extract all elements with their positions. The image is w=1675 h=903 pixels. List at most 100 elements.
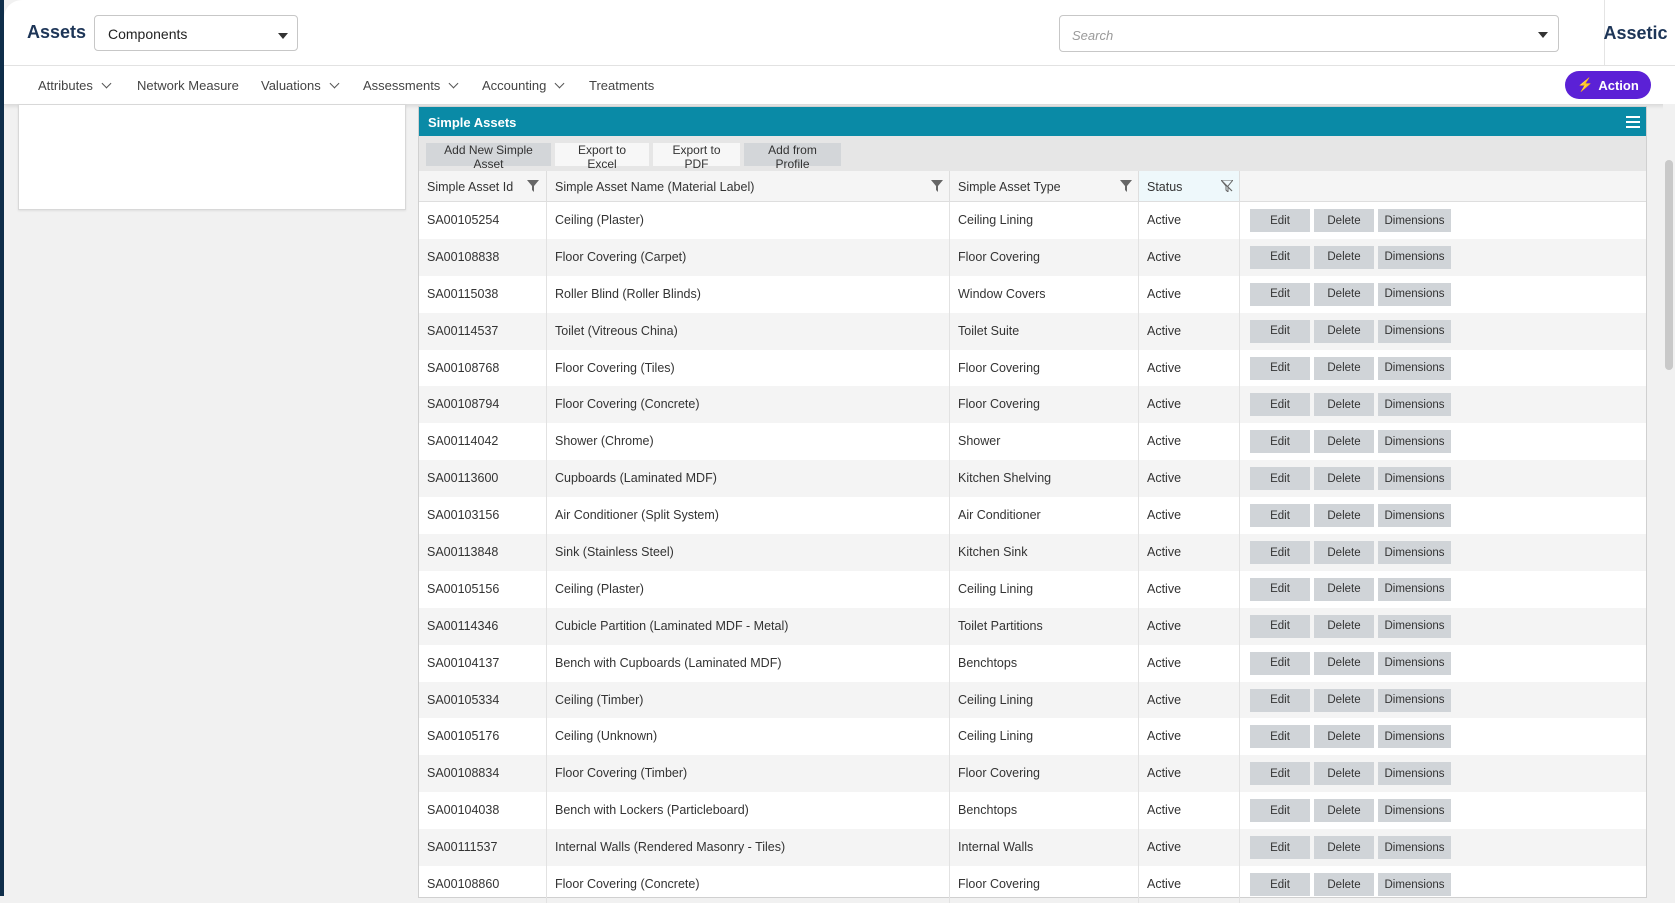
table-row[interactable]: SA00104137 Bench with Cupboards (Laminate…: [419, 644, 1646, 682]
edit-button[interactable]: Edit: [1250, 282, 1310, 306]
edit-button[interactable]: Edit: [1250, 762, 1310, 786]
delete-button[interactable]: Delete: [1314, 504, 1374, 528]
table-row[interactable]: SA00108768 Floor Covering (Tiles) Floor Co…: [419, 349, 1646, 387]
dimensions-button[interactable]: Dimensions: [1378, 356, 1451, 380]
delete-button[interactable]: Delete: [1314, 614, 1374, 638]
delete-button[interactable]: Delete: [1314, 688, 1374, 712]
table-row[interactable]: SA00103156 Air Conditioner (Split System)…: [419, 497, 1646, 535]
nav-item-assessments[interactable]: Assessments: [363, 78, 459, 93]
table-row[interactable]: SA00108838 Floor Covering (Carpet) Floor C…: [419, 238, 1646, 276]
nav-item-attributes[interactable]: Attributes: [38, 78, 112, 93]
delete-button[interactable]: Delete: [1314, 245, 1374, 269]
nav-item-accounting[interactable]: Accounting: [482, 78, 565, 93]
dimensions-button[interactable]: Dimensions: [1378, 504, 1451, 528]
delete-button[interactable]: Delete: [1314, 725, 1374, 749]
dimensions-button[interactable]: Dimensions: [1378, 541, 1451, 565]
delete-button[interactable]: Delete: [1314, 836, 1374, 860]
page-scrollbar-thumb[interactable]: [1665, 160, 1673, 370]
dimensions-button[interactable]: Dimensions: [1378, 873, 1451, 897]
delete-button[interactable]: Delete: [1314, 762, 1374, 786]
dimensions-button[interactable]: Dimensions: [1378, 282, 1451, 306]
table-row[interactable]: SA00114042 Shower (Chrome) Shower Active Edi…: [419, 423, 1646, 461]
filter-icon[interactable]: [1120, 180, 1132, 192]
delete-button[interactable]: Delete: [1314, 651, 1374, 675]
search-combobox[interactable]: [1059, 15, 1559, 52]
table-row[interactable]: SA00113848 Sink (Stainless Steel) Kitchen …: [419, 534, 1646, 571]
filter-clear-icon[interactable]: [1221, 180, 1233, 192]
hamburger-menu-icon[interactable]: [1626, 116, 1640, 128]
delete-button[interactable]: Delete: [1314, 430, 1374, 454]
search-input[interactable]: [1070, 24, 1514, 46]
delete-button[interactable]: Delete: [1314, 319, 1374, 343]
dimensions-button[interactable]: Dimensions: [1378, 725, 1451, 749]
table-row[interactable]: SA00113600 Cupboards (Laminated MDF) Kitch…: [419, 460, 1646, 498]
delete-button[interactable]: Delete: [1314, 799, 1374, 823]
nav-item-valuations[interactable]: Valuations: [261, 78, 340, 93]
edit-button[interactable]: Edit: [1250, 614, 1310, 638]
dimensions-button[interactable]: Dimensions: [1378, 245, 1451, 269]
dimensions-button[interactable]: Dimensions: [1378, 467, 1451, 491]
edit-button[interactable]: Edit: [1250, 541, 1310, 565]
dimensions-button[interactable]: Dimensions: [1378, 209, 1451, 232]
edit-button[interactable]: Edit: [1250, 836, 1310, 860]
dimensions-button[interactable]: Dimensions: [1378, 688, 1451, 712]
dimensions-button[interactable]: Dimensions: [1378, 614, 1451, 638]
table-row[interactable]: SA00111537 Internal Walls (Rendered Mason…: [419, 829, 1646, 867]
nav-item-treatments[interactable]: Treatments: [589, 78, 654, 93]
edit-button[interactable]: Edit: [1250, 688, 1310, 712]
nav-item-network-measure[interactable]: Network Measure: [137, 78, 239, 93]
delete-button[interactable]: Delete: [1314, 356, 1374, 380]
dimensions-button[interactable]: Dimensions: [1378, 836, 1451, 860]
column-header-name[interactable]: Simple Asset Name (Material Label): [547, 171, 950, 201]
edit-button[interactable]: Edit: [1250, 651, 1310, 675]
dimensions-button[interactable]: Dimensions: [1378, 651, 1451, 675]
edit-button[interactable]: Edit: [1250, 209, 1310, 232]
edit-button[interactable]: Edit: [1250, 577, 1310, 601]
edit-button[interactable]: Edit: [1250, 393, 1310, 417]
export-to-excel-button[interactable]: Export to Excel: [555, 143, 649, 171]
table-row[interactable]: SA00115038 Roller Blind (Roller Blinds) Wi…: [419, 275, 1646, 313]
export-to-pdf-button[interactable]: Export to PDF: [653, 143, 740, 171]
dimensions-button[interactable]: Dimensions: [1378, 430, 1451, 454]
edit-button[interactable]: Edit: [1250, 873, 1310, 897]
add-new-simple-asset-button[interactable]: Add New Simple Asset: [426, 143, 551, 171]
filter-icon[interactable]: [931, 180, 943, 192]
table-row[interactable]: SA00108834 Floor Covering (Timber) Floor C…: [419, 755, 1646, 793]
delete-button[interactable]: Delete: [1314, 282, 1374, 306]
edit-button[interactable]: Edit: [1250, 725, 1310, 749]
table-row[interactable]: SA00105334 Ceiling (Timber) Ceiling Lining…: [419, 681, 1646, 719]
edit-button[interactable]: Edit: [1250, 430, 1310, 454]
edit-button[interactable]: Edit: [1250, 467, 1310, 491]
dimensions-button[interactable]: Dimensions: [1378, 393, 1451, 417]
add-from-profile-button[interactable]: Add from Profile: [744, 143, 841, 171]
dimensions-button[interactable]: Dimensions: [1378, 762, 1451, 786]
table-row[interactable]: SA00105156 Ceiling (Plaster) Ceiling Linin…: [419, 570, 1646, 608]
delete-button[interactable]: Delete: [1314, 393, 1374, 417]
action-button[interactable]: ⚡ Action: [1565, 71, 1651, 99]
dimensions-button[interactable]: Dimensions: [1378, 799, 1451, 823]
table-row[interactable]: SA00105254 Ceiling (Plaster) Ceiling Linin…: [419, 202, 1646, 239]
dimensions-button[interactable]: Dimensions: [1378, 319, 1451, 343]
caret-down-icon[interactable]: [1538, 32, 1548, 38]
filter-icon[interactable]: [527, 180, 539, 192]
edit-button[interactable]: Edit: [1250, 504, 1310, 528]
delete-button[interactable]: Delete: [1314, 467, 1374, 491]
column-header-status[interactable]: Status: [1139, 171, 1240, 201]
table-row[interactable]: SA00108860 Floor Covering (Concrete) Floor…: [419, 866, 1646, 903]
edit-button[interactable]: Edit: [1250, 356, 1310, 380]
delete-button[interactable]: Delete: [1314, 577, 1374, 601]
column-header-type[interactable]: Simple Asset Type: [950, 171, 1139, 201]
delete-button[interactable]: Delete: [1314, 209, 1374, 232]
dimensions-button[interactable]: Dimensions: [1378, 577, 1451, 601]
table-row[interactable]: SA00114346 Cubicle Partition (Laminated M…: [419, 607, 1646, 645]
edit-button[interactable]: Edit: [1250, 245, 1310, 269]
table-row[interactable]: SA00108794 Floor Covering (Concrete) Floor…: [419, 386, 1646, 424]
delete-button[interactable]: Delete: [1314, 541, 1374, 565]
table-row[interactable]: SA00105176 Ceiling (Unknown) Ceiling Linin…: [419, 718, 1646, 756]
table-row[interactable]: SA00114537 Toilet (Vitreous China) Toilet …: [419, 312, 1646, 350]
context-dropdown[interactable]: Components: [94, 15, 298, 51]
delete-button[interactable]: Delete: [1314, 873, 1374, 897]
edit-button[interactable]: Edit: [1250, 319, 1310, 343]
table-row[interactable]: SA00104038 Bench with Lockers (Particlebo…: [419, 792, 1646, 830]
column-header-id[interactable]: Simple Asset Id: [419, 171, 547, 201]
